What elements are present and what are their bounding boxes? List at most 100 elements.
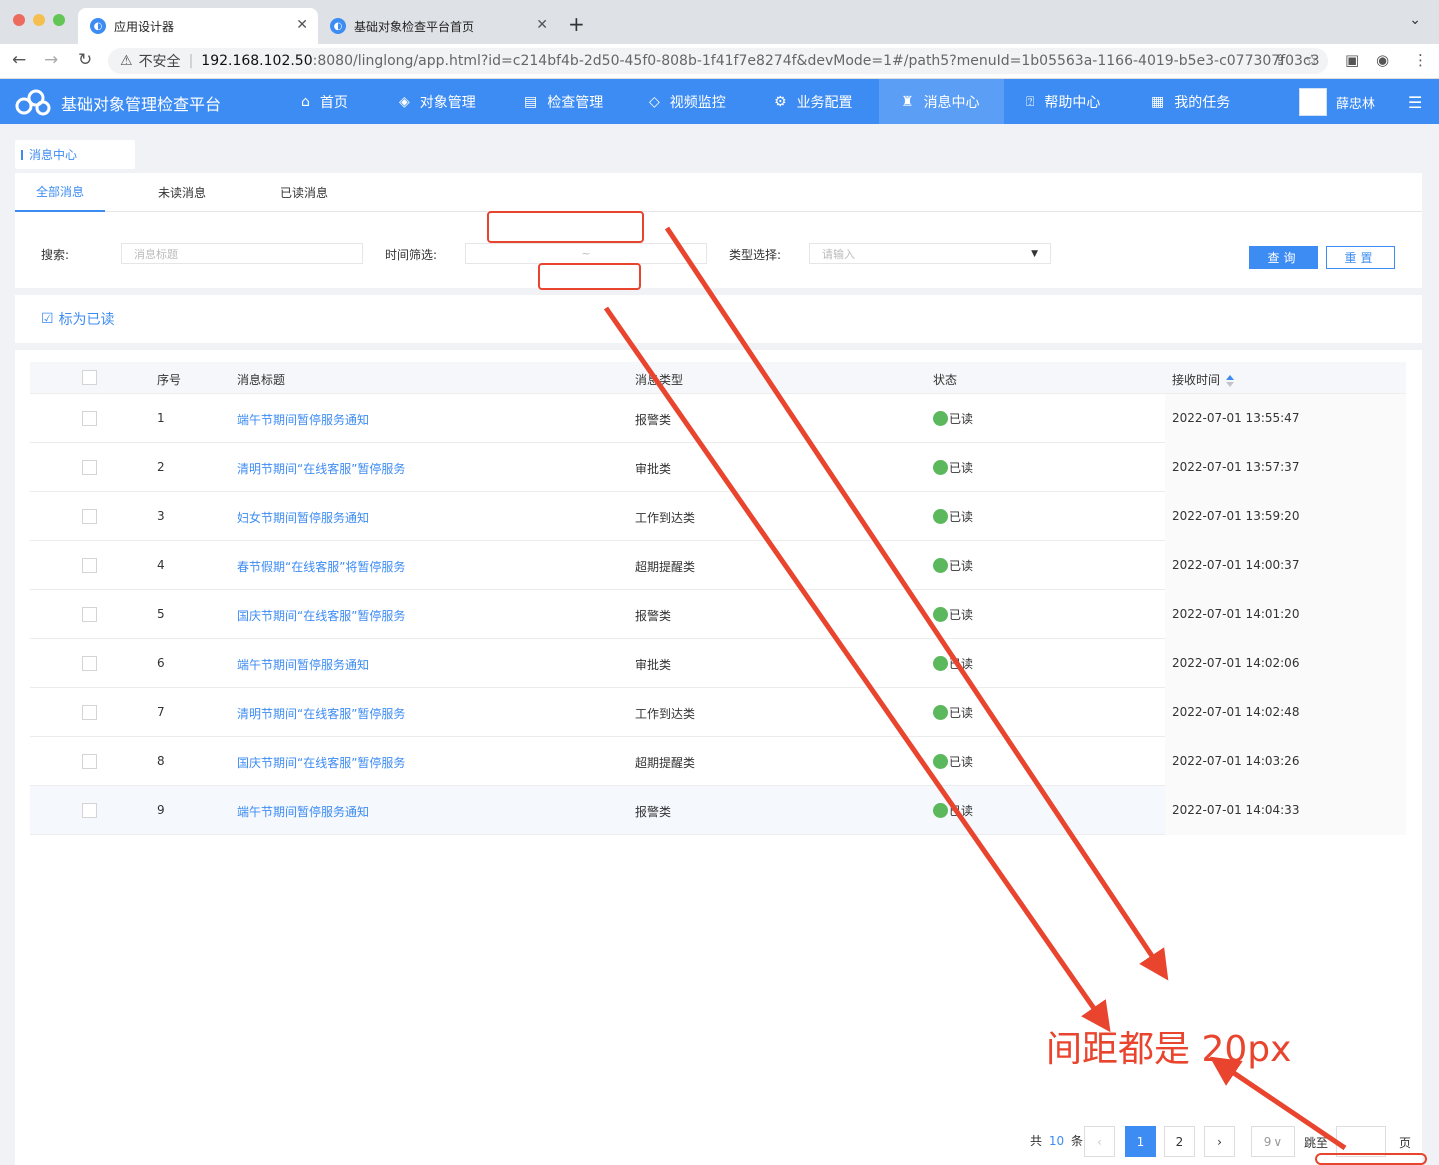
cell-time: 2022-07-01 14:01:20 <box>1172 607 1300 621</box>
forward-arrow-icon[interactable]: → <box>44 50 58 70</box>
browser-tab-designer[interactable]: ◐ 应用设计器 ✕ <box>78 8 318 44</box>
cell-title-link[interactable]: 端午节期间暂停服务通知 <box>237 656 369 673</box>
close-tab-icon[interactable]: ✕ <box>536 17 548 33</box>
cell-no: 5 <box>157 607 165 621</box>
page-2-button[interactable]: 2 <box>1164 1126 1195 1157</box>
status-dot-icon <box>933 705 948 720</box>
close-tab-icon[interactable]: ✕ <box>296 17 308 33</box>
cell-title-link[interactable]: 清明节期间“在线客服”暂停服务 <box>237 460 405 477</box>
cell-title-link[interactable]: 国庆节期间“在线客服”暂停服务 <box>237 607 405 624</box>
nav-video-monitor[interactable]: ◇ 视频监控 <box>649 79 749 124</box>
col-time[interactable]: 接收时间 <box>1172 371 1235 388</box>
prev-page-button[interactable]: ‹ <box>1084 1126 1115 1157</box>
col-no: 序号 <box>157 373 182 387</box>
reload-icon[interactable]: ↻ <box>78 50 92 70</box>
status-dot-icon <box>933 607 948 622</box>
nav-help-center[interactable]: ⍰ 帮助中心 <box>1026 79 1126 124</box>
col-type: 消息类型 <box>635 373 684 387</box>
row-checkbox[interactable] <box>82 607 97 622</box>
tab-search-icon[interactable]: ⌄ <box>1409 12 1421 28</box>
nav-home[interactable]: ⌂ 首页 <box>301 79 371 124</box>
row-checkbox[interactable] <box>82 558 97 573</box>
date-range-input[interactable]: ~ <box>465 243 707 264</box>
row-checkbox[interactable] <box>82 803 97 818</box>
page-1-button[interactable]: 1 <box>1125 1126 1156 1157</box>
nav-my-tasks[interactable]: ▦ 我的任务 <box>1151 79 1251 124</box>
query-button[interactable]: 查询 <box>1249 246 1318 269</box>
sidebar-icon[interactable]: ▣ <box>1345 51 1359 69</box>
select-all-checkbox[interactable] <box>82 370 97 385</box>
doc-check-icon: ▤ <box>524 93 538 110</box>
cube-icon: ◈ <box>399 93 410 110</box>
cell-no: 1 <box>157 411 165 425</box>
table-row[interactable]: 2 清明节期间“在线客服”暂停服务 审批类 已读 2022-07-01 13:57:37 <box>30 443 1406 492</box>
nav-inspection-management[interactable]: ▤ 检查管理 <box>524 79 624 124</box>
cell-title-link[interactable]: 端午节期间暂停服务通知 <box>237 411 369 428</box>
next-page-button[interactable]: › <box>1204 1126 1235 1157</box>
tab-unread-messages[interactable]: 未读消息 <box>137 173 227 212</box>
annotation-box-top <box>487 211 644 243</box>
status-dot-icon <box>933 803 948 818</box>
new-tab-icon[interactable]: + <box>568 12 585 36</box>
mark-read-button[interactable]: ☑ 标为已读 <box>41 309 115 329</box>
annotation-box-pager <box>1315 1153 1427 1165</box>
task-icon: ▦ <box>1151 93 1165 110</box>
more-menu-icon[interactable]: ⋮ <box>1413 51 1428 69</box>
hamburger-menu-icon[interactable]: ☰ <box>1408 93 1422 112</box>
sort-icon[interactable] <box>1226 374 1235 387</box>
close-window-button[interactable] <box>13 14 25 26</box>
cell-title-link[interactable]: 妇女节期间暂停服务通知 <box>237 509 369 526</box>
status-dot-icon <box>933 754 948 769</box>
url-input[interactable]: ⚠ 不安全 | 192.168.102.50 :8080/linglong/ap… <box>108 48 1328 74</box>
cell-type: 审批类 <box>635 462 672 476</box>
nav-message-center[interactable]: ♜ 消息中心 <box>879 79 1004 124</box>
app-title: 基础对象管理检查平台 <box>61 95 222 114</box>
table-row[interactable]: 7 清明节期间“在线客服”暂停服务 工作到达类 已读 2022-07-01 14:02:… <box>30 688 1406 737</box>
reset-button[interactable]: 重置 <box>1326 246 1395 269</box>
cell-type: 报警类 <box>635 609 672 623</box>
cell-title-link[interactable]: 端午节期间暂停服务通知 <box>237 803 369 820</box>
tab-all-messages[interactable]: 全部消息 <box>15 173 105 212</box>
checklist-icon: ☑ <box>41 311 54 327</box>
cell-no: 6 <box>157 656 165 670</box>
maximize-window-button[interactable] <box>53 14 65 26</box>
minimize-window-button[interactable] <box>33 14 45 26</box>
breadcrumb[interactable]: 消息中心 <box>15 140 135 169</box>
share-icon[interactable]: ⇪ <box>1274 51 1287 69</box>
cell-status: 已读 <box>933 802 973 819</box>
cell-status: 已读 <box>933 557 973 574</box>
table-row[interactable]: 4 春节假期“在线客服”将暂停服务 超期提醒类 已读 2022-07-01 14:00:… <box>30 541 1406 590</box>
cell-title-link[interactable]: 国庆节期间“在线客服”暂停服务 <box>237 754 405 771</box>
table-row[interactable]: 3 妇女节期间暂停服务通知 工作到达类 已读 2022-07-01 13:59:20 <box>30 492 1406 541</box>
cell-title-link[interactable]: 春节假期“在线客服”将暂停服务 <box>237 558 405 575</box>
cell-status: 已读 <box>933 704 973 721</box>
row-checkbox[interactable] <box>82 460 97 475</box>
table-row[interactable]: 9 端午节期间暂停服务通知 报警类 已读 2022-07-01 14:04:33 <box>30 786 1406 835</box>
bookmark-star-icon[interactable]: ☆ <box>1305 51 1318 69</box>
browser-tab-platform[interactable]: ◐ 基础对象检查平台首页 ✕ <box>318 8 558 44</box>
tab-read-messages[interactable]: 已读消息 <box>259 173 349 212</box>
table-header: 序号 消息标题 消息类型 状态 接收时间 <box>30 362 1406 394</box>
table-row[interactable]: 6 端午节期间暂停服务通知 审批类 已读 2022-07-01 14:02:06 <box>30 639 1406 688</box>
row-checkbox[interactable] <box>82 509 97 524</box>
security-label: 不安全 <box>138 54 181 70</box>
profile-icon[interactable]: ◉ <box>1376 51 1389 69</box>
filter-bar: 搜索: 消息标题 时间筛选: ~ 类型选择: 请输入 ▼ 查询 重置 <box>15 212 1422 288</box>
type-select[interactable]: 请输入 ▼ <box>809 243 1051 264</box>
row-checkbox[interactable] <box>82 754 97 769</box>
nav-object-management[interactable]: ◈ 对象管理 <box>399 79 499 124</box>
nav-business-config[interactable]: ⚙ 业务配置 <box>774 79 874 124</box>
table-row[interactable]: 1 端午节期间暂停服务通知 报警类 已读 2022-07-01 13:55:47 <box>30 394 1406 443</box>
url-host: 192.168.102.50 <box>201 53 313 69</box>
row-checkbox[interactable] <box>82 705 97 720</box>
table-row[interactable]: 8 国庆节期间“在线客服”暂停服务 超期提醒类 已读 2022-07-01 14:03:… <box>30 737 1406 786</box>
user-menu[interactable]: 薛忠林 <box>1299 88 1375 116</box>
back-arrow-icon[interactable]: ← <box>12 50 26 70</box>
row-checkbox[interactable] <box>82 656 97 671</box>
table-row[interactable]: 5 国庆节期间“在线客服”暂停服务 报警类 已读 2022-07-01 14:01:20 <box>30 590 1406 639</box>
cell-title-link[interactable]: 清明节期间“在线客服”暂停服务 <box>237 705 405 722</box>
caret-down-icon: ▼ <box>1031 248 1038 259</box>
row-checkbox[interactable] <box>82 411 97 426</box>
search-input[interactable]: 消息标题 <box>121 243 363 264</box>
page-size-select[interactable]: 9 ∨ <box>1251 1126 1295 1157</box>
